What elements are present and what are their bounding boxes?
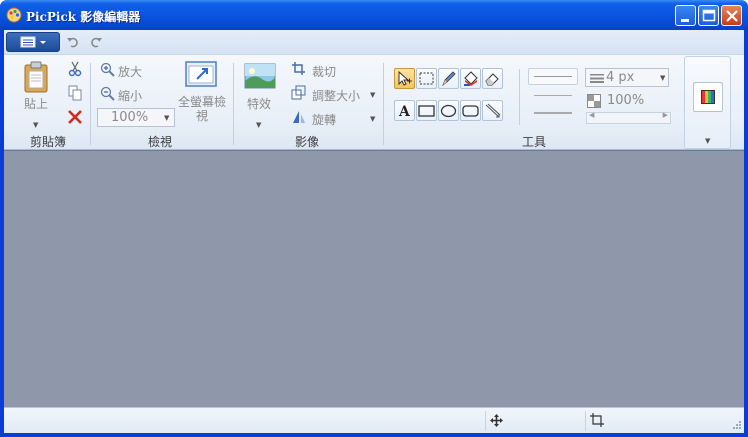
crop-button[interactable]: 裁切 — [312, 63, 336, 80]
eraser-tool[interactable] — [482, 68, 503, 89]
chevron-down-icon: ▼ — [660, 74, 666, 82]
text-icon: A — [398, 104, 411, 120]
line-style-sample-1[interactable] — [528, 68, 578, 85]
title-bar[interactable]: PicPick 影像編輯器 — [0, 0, 748, 30]
status-bar — [4, 407, 744, 433]
quick-access-toolbar — [4, 30, 744, 54]
window-title: PicPick 影像編輯器 — [26, 10, 141, 24]
pen-tool[interactable] — [438, 68, 459, 89]
fill-bucket-icon — [464, 71, 478, 86]
zoom-level-select[interactable]: 100% ▼ — [97, 108, 175, 127]
color-group: ▼ — [684, 56, 731, 149]
fullscreen-button-line2[interactable]: 視 — [196, 107, 208, 124]
undo-icon[interactable] — [65, 34, 81, 50]
slider-right-icon[interactable]: ▶ — [663, 111, 668, 119]
select-arrow-icon — [398, 70, 412, 86]
color-palette-icon — [701, 90, 715, 104]
move-cross-icon — [490, 414, 503, 427]
app-menu-button[interactable] — [6, 32, 60, 52]
close-button[interactable] — [721, 5, 742, 26]
color-dropdown-arrow[interactable]: ▼ — [705, 137, 710, 145]
rectangle-tool[interactable] — [416, 100, 437, 121]
effects-dropdown-arrow[interactable]: ▼ — [256, 121, 261, 129]
line-width-value: 4 px — [606, 70, 635, 85]
rotate-icon[interactable] — [291, 109, 306, 124]
delete-x-icon[interactable] — [67, 109, 83, 125]
paste-dropdown-arrow[interactable]: ▼ — [33, 121, 38, 129]
slider-left-icon[interactable]: ◀ — [589, 111, 594, 119]
line-arrows-icon — [485, 103, 501, 118]
tools-separator — [519, 69, 520, 125]
line-sample-stroke — [534, 76, 572, 77]
menu-icon — [20, 36, 46, 48]
status-separator — [485, 411, 486, 431]
select-arrow-tool[interactable] — [394, 68, 415, 89]
client-area: 貼上 ▼ 剪貼簿 放大 縮小 100% ▼ 全螢幕檢 視 檢視 特效 ▼ 裁切 … — [4, 30, 744, 433]
zoom-in-button[interactable]: 放大 — [118, 63, 142, 80]
marquee-select-tool[interactable] — [416, 68, 437, 89]
rectangle-icon — [418, 105, 435, 117]
pen-icon — [442, 71, 456, 87]
opacity-slider[interactable]: ◀ ▶ — [586, 111, 671, 124]
zoom-out-icon[interactable] — [100, 86, 115, 101]
effects-icon[interactable] — [244, 63, 276, 89]
fullscreen-view-icon[interactable] — [185, 61, 217, 89]
status-separator — [585, 411, 586, 431]
group-separator — [383, 63, 384, 145]
rotate-button[interactable]: 旋轉 — [312, 111, 336, 128]
resize-button[interactable]: 調整大小 — [312, 87, 360, 104]
effects-button[interactable]: 特效 — [247, 95, 271, 112]
opacity-icon — [587, 94, 601, 108]
picpick-logo-icon — [6, 7, 22, 23]
chevron-down-icon: ▼ — [164, 114, 170, 122]
group-separator — [90, 63, 91, 145]
app-window: PicPick 影像編輯器 貼上 ▼ 剪貼簿 放大 縮小 100% ▼ 全螢幕檢… — [0, 0, 748, 437]
resize-box-icon — [590, 413, 604, 427]
line-width-select[interactable]: 4 px ▼ — [585, 68, 669, 87]
ellipse-tool[interactable] — [438, 100, 459, 121]
tools-group-label: 工具 — [521, 135, 546, 149]
resize-icon[interactable] — [291, 85, 306, 100]
paste-icon[interactable] — [22, 61, 52, 93]
rotate-dropdown-arrow[interactable]: ▼ — [370, 115, 375, 123]
close-icon — [726, 10, 738, 22]
opacity-value: 100% — [607, 93, 645, 108]
clipboard-group-label: 剪貼簿 — [29, 135, 66, 149]
redo-icon[interactable] — [88, 34, 104, 50]
copy-icon[interactable] — [67, 85, 83, 101]
view-group-label: 檢視 — [147, 135, 172, 149]
crop-icon[interactable] — [291, 61, 306, 76]
zoom-out-button[interactable]: 縮小 — [118, 87, 142, 104]
rounded-rectangle-tool[interactable] — [460, 100, 481, 121]
editing-canvas[interactable] — [4, 150, 744, 407]
line-style-sample-2[interactable] — [534, 95, 572, 96]
minimize-icon — [681, 19, 689, 22]
color-button[interactable] — [693, 82, 723, 112]
line-style-sample-3[interactable] — [534, 112, 572, 114]
ribbon: 貼上 ▼ 剪貼簿 放大 縮小 100% ▼ 全螢幕檢 視 檢視 特效 ▼ 裁切 … — [4, 54, 744, 150]
line-tool[interactable] — [482, 100, 503, 121]
resize-dropdown-arrow[interactable]: ▼ — [370, 91, 375, 99]
line-width-icon — [590, 74, 604, 83]
rounded-rectangle-icon — [462, 105, 479, 117]
svg-text:A: A — [398, 104, 411, 120]
paste-button[interactable]: 貼上 — [24, 95, 48, 112]
minimize-button[interactable] — [675, 5, 696, 26]
ellipse-icon — [440, 104, 457, 118]
group-separator — [233, 63, 234, 145]
eraser-icon — [485, 73, 499, 86]
maximize-button[interactable] — [698, 5, 719, 26]
maximize-icon — [702, 9, 716, 22]
zoom-level-value: 100% — [111, 110, 149, 125]
scissors-icon[interactable] — [67, 61, 83, 77]
size-grip-icon[interactable] — [730, 420, 742, 432]
fill-bucket-tool[interactable] — [460, 68, 481, 89]
image-group-label: 影像 — [294, 135, 319, 149]
text-tool[interactable]: A — [394, 100, 415, 121]
zoom-in-icon[interactable] — [100, 62, 115, 77]
marquee-select-icon — [419, 72, 434, 85]
